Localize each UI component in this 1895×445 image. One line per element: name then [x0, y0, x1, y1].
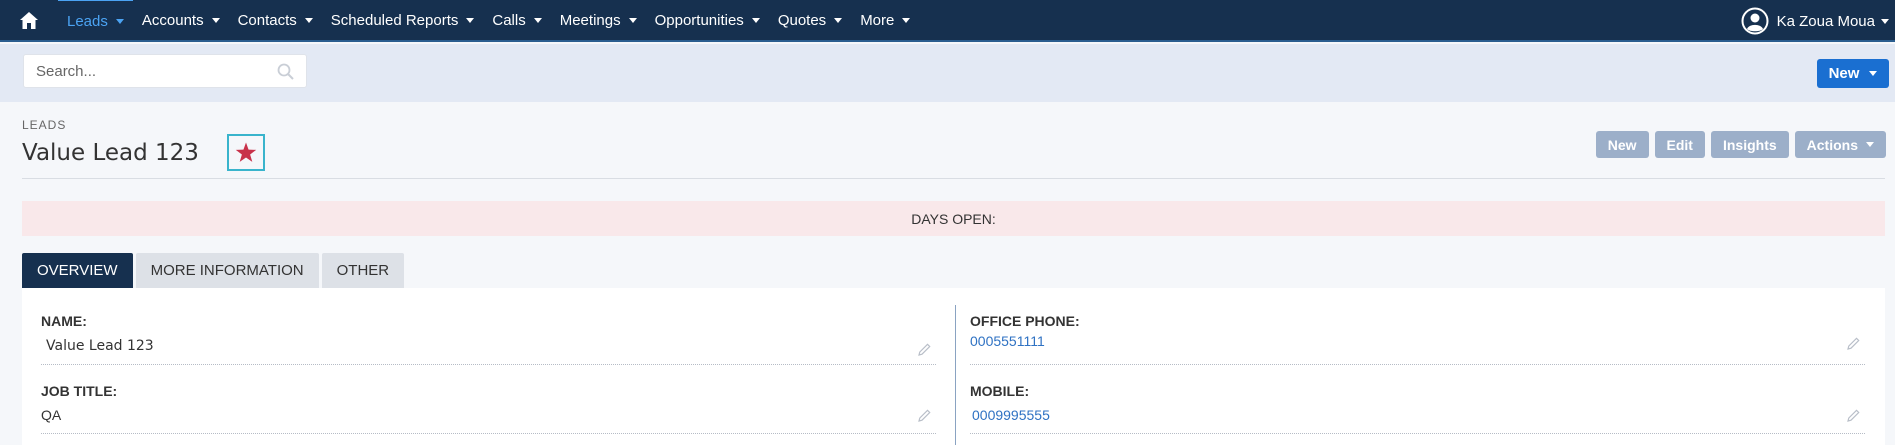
tab-more-information[interactable]: MORE INFORMATION — [135, 253, 319, 288]
edit-button-label: Edit — [1666, 136, 1693, 153]
nav-item-label: Leads — [67, 12, 108, 30]
record-action-buttons: New Edit Insights Actions — [1595, 131, 1886, 158]
search-box — [23, 54, 307, 88]
field-label: JOB TITLE: — [41, 383, 118, 399]
record-title: Value Lead 123 — [22, 140, 199, 166]
nav-item-leads[interactable]: Leads — [58, 0, 133, 41]
search-input[interactable] — [36, 62, 276, 80]
module-label: LEADS — [22, 118, 67, 132]
tab-label: OVERVIEW — [37, 262, 118, 279]
chevron-down-icon — [834, 17, 843, 23]
days-open-banner: DAYS OPEN: — [22, 201, 1885, 236]
home-icon — [20, 11, 38, 29]
field-label: OFFICE PHONE: — [970, 313, 1080, 329]
nav-item-label: Meetings — [559, 11, 621, 29]
nav-item-label: Calls — [492, 11, 526, 29]
tab-other[interactable]: OTHER — [321, 253, 405, 288]
tab-overview[interactable]: OVERVIEW — [22, 253, 133, 288]
pencil-icon[interactable] — [1847, 337, 1860, 350]
chevron-down-icon — [902, 17, 911, 23]
field-value: QA — [41, 407, 62, 423]
top-navbar: Leads Accounts Contacts Scheduled Report… — [0, 0, 1895, 42]
search-strip: New — [0, 44, 1895, 102]
nav-item-label: Contacts — [237, 11, 297, 29]
nav-item-quotes[interactable]: Quotes — [769, 0, 851, 41]
chevron-down-icon — [1869, 71, 1878, 76]
nav-item-contacts[interactable]: Contacts — [229, 0, 322, 41]
user-name: Ka Zoua Moua — [1776, 12, 1875, 30]
edit-button[interactable]: Edit — [1654, 131, 1705, 158]
new-record-button-label: New — [1828, 65, 1860, 82]
new-button[interactable]: New — [1595, 131, 1649, 158]
detail-tabs: OVERVIEW MORE INFORMATION OTHER — [22, 253, 405, 288]
field-mobile: MOBILE: 0009995555 — [970, 383, 1865, 434]
field-label: MOBILE: — [970, 383, 1030, 399]
chevron-down-icon — [466, 17, 475, 23]
search-icon[interactable] — [277, 63, 294, 80]
actions-button[interactable]: Actions — [1794, 131, 1886, 158]
chevron-down-icon — [751, 17, 760, 23]
actions-button-label: Actions — [1806, 136, 1858, 153]
nav-item-opportunities[interactable]: Opportunities — [646, 0, 769, 41]
nav-item-more[interactable]: More — [851, 0, 919, 41]
nav-item-label: More — [860, 11, 895, 29]
pencil-icon[interactable] — [918, 343, 931, 356]
user-menu[interactable]: Ka Zoua Moua — [1741, 0, 1895, 42]
chevron-down-icon — [304, 17, 313, 23]
pencil-icon[interactable] — [1847, 409, 1860, 422]
chevron-down-icon — [533, 17, 542, 23]
column-divider — [955, 305, 956, 445]
nav-item-label: Accounts — [141, 11, 204, 29]
nav-item-meetings[interactable]: Meetings — [551, 0, 646, 41]
nav-item-label: Opportunities — [654, 11, 744, 29]
nav-item-label: Scheduled Reports — [330, 11, 459, 29]
tab-label: MORE INFORMATION — [150, 262, 304, 279]
chevron-down-icon — [211, 17, 220, 23]
pencil-icon[interactable] — [918, 409, 931, 422]
field-office-phone: OFFICE PHONE: 0005551111 — [970, 313, 1865, 365]
field-name: NAME: Value Lead 123 — [41, 313, 936, 365]
star-icon — [235, 142, 257, 162]
home-button[interactable] — [0, 0, 58, 41]
nav-item-scheduled-reports[interactable]: Scheduled Reports — [322, 0, 484, 41]
mobile-phone-link[interactable]: 0009995555 — [972, 407, 1865, 423]
favorite-button[interactable] — [227, 134, 265, 171]
field-divider — [970, 364, 1865, 365]
nav-item-accounts[interactable]: Accounts — [133, 0, 229, 41]
tab-label: OTHER — [336, 262, 390, 279]
chevron-down-icon — [1866, 142, 1874, 147]
office-phone-link[interactable]: 0005551111 — [970, 333, 1865, 349]
nav-item-calls[interactable]: Calls — [483, 0, 550, 41]
field-job-title: JOB TITLE: QA — [41, 383, 936, 434]
field-divider — [41, 364, 936, 365]
chevron-down-icon — [1881, 18, 1889, 24]
days-open-label: DAYS OPEN: — [911, 210, 996, 227]
chevron-down-icon — [115, 18, 124, 24]
field-divider — [970, 433, 1865, 434]
field-divider — [41, 433, 936, 434]
new-record-button[interactable]: New — [1817, 59, 1889, 88]
field-label: NAME: — [41, 313, 87, 329]
chevron-down-icon — [628, 17, 637, 23]
avatar-icon — [1741, 7, 1769, 35]
insights-button[interactable]: Insights — [1710, 131, 1789, 158]
header-divider — [22, 178, 1885, 179]
new-button-label: New — [1607, 136, 1637, 153]
nav-item-label: Quotes — [777, 11, 827, 29]
field-value: Value Lead 123 — [46, 338, 154, 354]
insights-button-label: Insights — [1722, 136, 1777, 153]
